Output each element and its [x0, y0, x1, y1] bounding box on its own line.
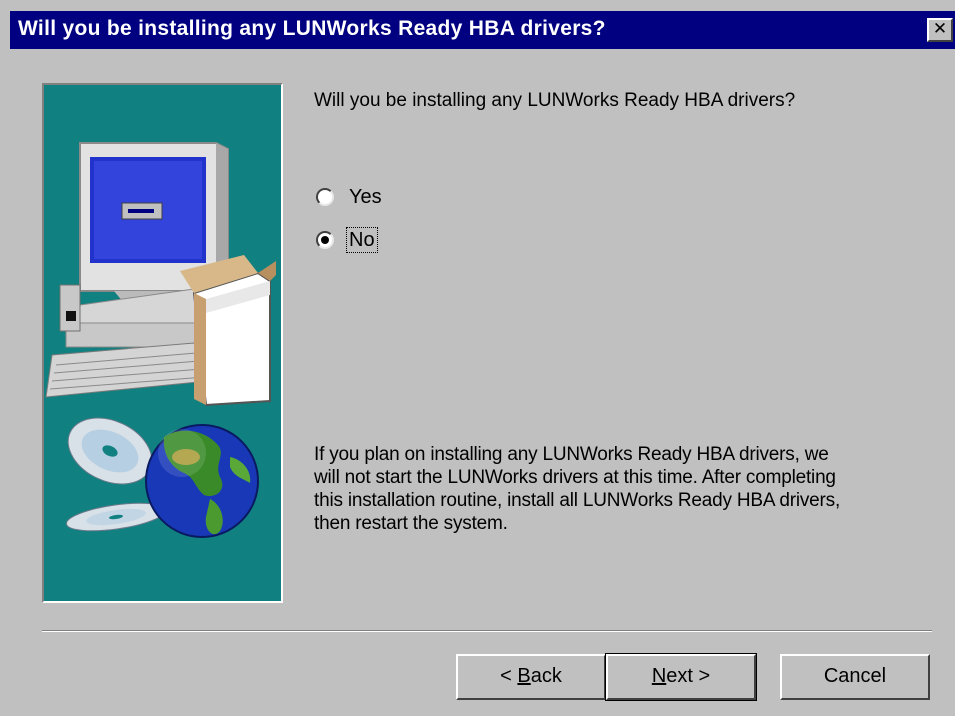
question-text: Will you be installing any LUNWorks Read… — [314, 90, 796, 111]
radio-yes[interactable]: Yes — [316, 183, 384, 211]
radio-selected-dot — [321, 236, 329, 244]
info-line: this installation routine, install all L… — [314, 490, 841, 511]
info-text: If you plan on installing any LUNWorks R… — [314, 443, 929, 535]
radio-yes-label[interactable]: Yes — [347, 185, 384, 209]
info-line: If you plan on installing any LUNWorks R… — [314, 444, 829, 465]
next-button-mnemonic: N — [651, 665, 667, 687]
back-button-label: ack — [530, 665, 562, 687]
back-button-prefix: < — [500, 665, 518, 687]
software-box-illustration — [180, 255, 276, 407]
globe-icon — [145, 424, 259, 538]
back-button[interactable]: < Back — [456, 654, 606, 700]
radio-button-checked[interactable] — [316, 231, 334, 249]
cancel-button[interactable]: Cancel — [780, 654, 930, 700]
close-icon: ✕ — [932, 19, 948, 39]
radio-button-unchecked[interactable] — [316, 188, 334, 206]
info-line: will not start the LUNWorks drivers at t… — [314, 467, 836, 488]
wizard-image — [42, 83, 283, 603]
window-title: Will you be installing any LUNWorks Read… — [18, 17, 606, 40]
radio-no[interactable]: No — [316, 226, 378, 254]
radio-no-label[interactable]: No — [346, 227, 378, 253]
next-button[interactable]: Next > — [605, 653, 757, 701]
next-button-label: ext > — [666, 665, 711, 687]
close-button[interactable]: ✕ — [927, 18, 953, 42]
info-line: then restart the system. — [314, 513, 508, 534]
title-bar[interactable]: Will you be installing any LUNWorks Read… — [10, 11, 955, 49]
separator-line — [42, 630, 932, 632]
wizard-dialog: Will you be installing any LUNWorks Read… — [0, 0, 955, 716]
back-button-mnemonic: B — [517, 665, 531, 687]
